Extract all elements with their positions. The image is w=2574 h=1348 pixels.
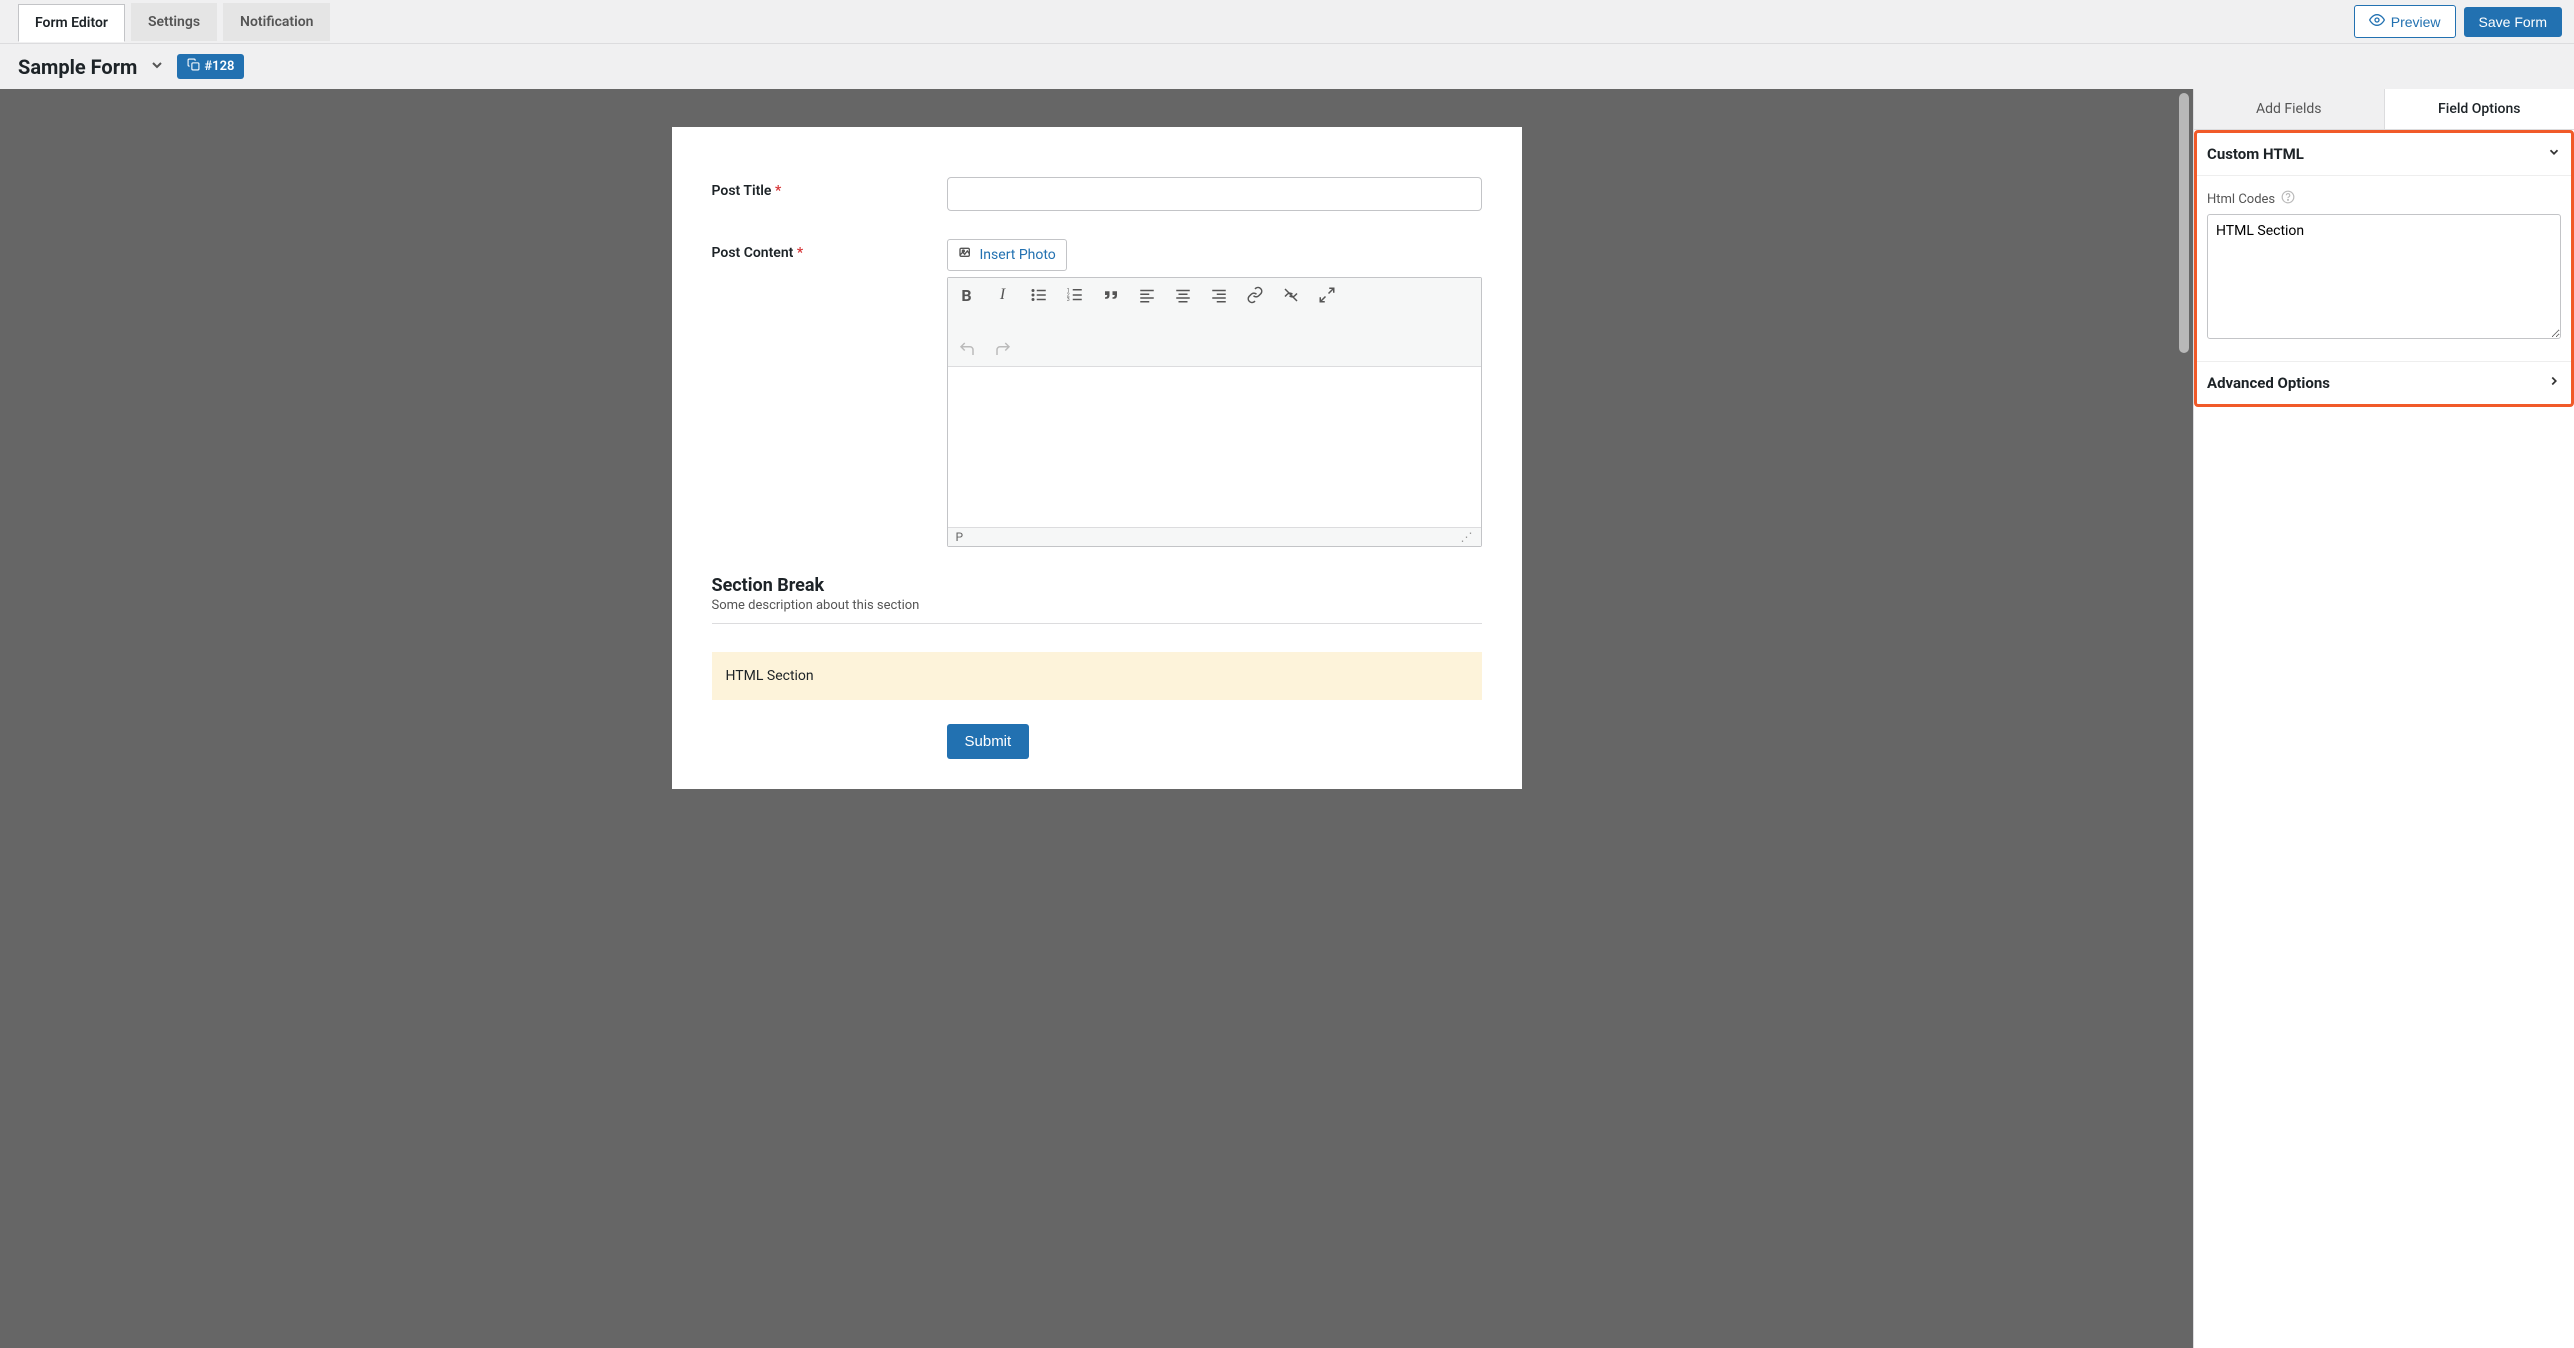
post-content-label: Post Content *: [712, 239, 947, 547]
form-name: Sample Form: [18, 55, 137, 79]
form-name-dropdown[interactable]: [149, 57, 165, 77]
section-break-title: Section Break: [712, 575, 1482, 596]
top-bar: Form Editor Settings Notification Previe…: [0, 0, 2574, 44]
tab-field-options[interactable]: Field Options: [2384, 89, 2574, 129]
photo-icon: [958, 245, 974, 265]
preview-button[interactable]: Preview: [2354, 5, 2456, 38]
insert-photo-label: Insert Photo: [980, 247, 1056, 263]
preview-label: Preview: [2391, 14, 2441, 30]
scrollbar-thumb[interactable]: [2179, 93, 2189, 353]
align-right-icon[interactable]: [1208, 284, 1230, 306]
fullscreen-icon[interactable]: [1316, 284, 1338, 306]
svg-text:3: 3: [1066, 297, 1069, 303]
field-html-section[interactable]: HTML Section: [712, 652, 1482, 700]
form-canvas: Post Title * Post Content *: [672, 127, 1522, 789]
editor-content[interactable]: [948, 367, 1481, 527]
panel-custom-html[interactable]: Custom HTML: [2197, 133, 2571, 176]
undo-icon[interactable]: [956, 338, 978, 360]
main-tabs: Form Editor Settings Notification: [18, 3, 330, 41]
html-codes-textarea[interactable]: [2207, 214, 2561, 339]
numbered-list-icon[interactable]: 123: [1064, 284, 1086, 306]
blockquote-icon[interactable]: [1100, 284, 1122, 306]
insert-photo-button[interactable]: Insert Photo: [947, 239, 1067, 271]
html-codes-label: Html Codes: [2207, 190, 2561, 208]
panel-custom-html-title: Custom HTML: [2207, 145, 2304, 163]
copy-icon: [187, 58, 200, 75]
required-asterisk: *: [797, 245, 803, 261]
editor-statusbar: P ⋰: [948, 527, 1481, 546]
canvas-scrollbar[interactable]: [2179, 89, 2191, 1348]
form-canvas-wrap: Post Title * Post Content *: [0, 89, 2194, 1348]
submit-row: Submit: [947, 724, 1482, 759]
section-break-description: Some description about this section: [712, 598, 1482, 624]
unlink-icon[interactable]: [1280, 284, 1302, 306]
tab-form-editor[interactable]: Form Editor: [18, 4, 125, 42]
post-title-input[interactable]: [947, 177, 1482, 211]
editor-toolbar: B I 123: [948, 278, 1481, 367]
field-section-break[interactable]: Section Break Some description about thi…: [712, 575, 1482, 624]
form-id-text: #128: [204, 59, 234, 74]
sub-header: Sample Form #128: [0, 44, 2574, 89]
submit-button[interactable]: Submit: [947, 724, 1030, 759]
bullet-list-icon[interactable]: [1028, 284, 1050, 306]
align-center-icon[interactable]: [1172, 284, 1194, 306]
eye-icon: [2369, 12, 2385, 31]
tab-settings[interactable]: Settings: [131, 3, 217, 41]
chevron-down-icon: [2547, 145, 2561, 163]
resize-grip-icon[interactable]: ⋰: [1461, 530, 1473, 544]
sidebar-tabs: Add Fields Field Options: [2194, 89, 2574, 130]
field-post-content[interactable]: Post Content * Insert Photo B: [712, 239, 1482, 547]
sidebar: Add Fields Field Options Custom HTML Htm…: [2194, 89, 2574, 1348]
italic-icon[interactable]: I: [992, 284, 1014, 306]
post-title-label: Post Title *: [712, 177, 947, 211]
required-asterisk: *: [775, 183, 781, 199]
editor-path: P: [956, 530, 964, 544]
help-icon[interactable]: [2281, 190, 2295, 208]
panel-advanced-options[interactable]: Advanced Options: [2197, 361, 2571, 404]
custom-html-body: Html Codes: [2197, 176, 2571, 361]
field-post-title[interactable]: Post Title *: [712, 177, 1482, 211]
post-content-label-text: Post Content: [712, 245, 794, 261]
link-icon[interactable]: [1244, 284, 1266, 306]
field-options-panel: Custom HTML Html Codes: [2194, 130, 2574, 407]
redo-icon[interactable]: [992, 338, 1014, 360]
tab-add-fields[interactable]: Add Fields: [2194, 89, 2384, 129]
top-actions: Preview Save Form: [2354, 5, 2562, 38]
main-area: Post Title * Post Content *: [0, 89, 2574, 1348]
form-id-badge[interactable]: #128: [177, 54, 244, 79]
panel-advanced-options-title: Advanced Options: [2207, 374, 2330, 392]
sidebar-content: Custom HTML Html Codes: [2194, 130, 2574, 1348]
bold-icon[interactable]: B: [956, 284, 978, 306]
rich-text-editor: B I 123: [947, 277, 1482, 547]
chevron-right-icon: [2547, 374, 2561, 392]
html-codes-label-text: Html Codes: [2207, 192, 2275, 207]
save-form-button[interactable]: Save Form: [2464, 7, 2562, 37]
post-title-label-text: Post Title: [712, 183, 772, 199]
tab-notification[interactable]: Notification: [223, 3, 330, 41]
align-left-icon[interactable]: [1136, 284, 1158, 306]
